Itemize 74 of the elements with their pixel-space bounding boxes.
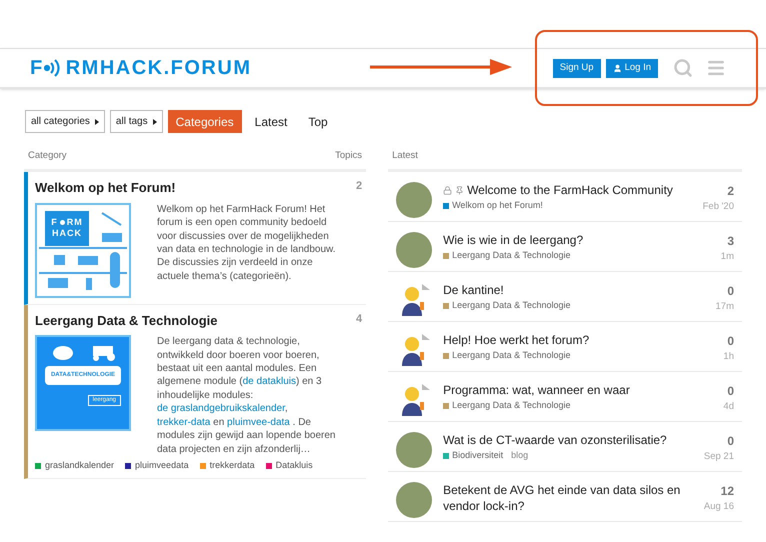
tag-link[interactable]: blog [511,449,528,463]
activity-time: Sep 21 [704,450,734,464]
description-link[interactable]: pluimvee-data [227,416,290,428]
activity-time: 4d [723,400,734,414]
category-title[interactable]: Leergang Data & Technologie [35,310,218,330]
caret-icon [94,118,99,124]
topic-row[interactable]: Betekent de AVG het einde van data silos en vendor lock-in? 12 Aug 16 [388,472,742,522]
nav-tab[interactable]: Categories [168,110,242,133]
nav-tab[interactable]: Latest [246,110,296,133]
category-link[interactable]: Biodiversiteit [452,449,504,463]
reply-count: 0 [727,333,734,350]
topic-count: 2 [356,179,362,194]
logo-text: RMHACK.FORUM [66,56,252,81]
logo-text: F [30,56,44,81]
topic-title[interactable]: Programma: wat, wanneer en waar [443,382,630,398]
subcategory-link[interactable]: trekkerdata [210,458,255,472]
illustration-text: RM [66,217,83,228]
description-link[interactable]: trekker-data [157,416,210,428]
illustration-text: F [51,217,58,228]
subcategory-link[interactable]: graslandkalender [45,458,114,472]
topic-count: 4 [356,312,362,327]
topic-row[interactable]: De kantine! Leergang Data & Technologie 0 17m [388,272,742,322]
avatar-placeholder [396,432,432,468]
reply-count: 2 [727,183,734,200]
description-link[interactable]: de graslandgebruikskalender [157,403,285,414]
menu-icon[interactable] [706,58,726,78]
activity-time: 17m [716,300,734,314]
reply-count: 0 [727,433,734,450]
category-link[interactable]: Leergang Data & Technologie [452,349,570,363]
search-icon[interactable] [673,58,693,78]
reply-count: 0 [727,283,734,300]
subcategory-link[interactable]: pluimveedata [135,458,189,472]
topic-row[interactable]: Programma: wat, wanneer en waar Leergang Data & Technologie 0 4d [388,372,742,422]
category-link[interactable]: Leergang Data & Technologie [452,299,570,313]
column-header: Topics [335,149,362,163]
subcategory-link[interactable]: Datakluis [276,458,313,472]
category-title[interactable]: Welkom op het Forum! [35,178,176,198]
category-description: Welkom op het FarmHack Forum! Het forum is een open community bedoeld voor discussies over de mogelijkheden van data en technologie in de landbouw. De discussies zijn verdeeld in onze actuele thema’s (categorieën). [157,202,336,284]
signal-icon [44,58,62,78]
signup-button[interactable]: Sign Up [552,58,601,78]
activity-time: Aug 16 [704,500,734,514]
activity-time: Feb '20 [702,200,734,214]
topic-title[interactable]: Betekent de AVG het einde van data silos en vendor lock-in? [443,482,693,514]
topic-row[interactable]: Wat is de CT-waarde van ozonsterilisatie? Biodiversiteit blog 0 Sep 21 [388,422,742,472]
topic-title[interactable]: Help! Hoe werkt het forum? [443,332,590,348]
illustration-text: HACK [52,228,82,240]
user-icon [612,64,622,72]
reply-count: 3 [727,233,734,250]
topic-title[interactable]: Welcome to the FarmHack Community [467,182,673,198]
topic-row[interactable]: Welcome to the FarmHack Community Welkom op het Forum! 2 Feb '20 [388,172,742,222]
reply-count: 0 [727,383,734,400]
avatar-placeholder [396,232,432,268]
column-header: Latest [392,149,418,163]
avatar-placeholder [396,482,432,518]
filter-dropdown[interactable]: all tags [110,110,163,133]
caret-icon [152,118,157,124]
topic-title[interactable]: De kantine! [443,282,504,298]
reply-count: 12 [720,483,734,500]
topic-row[interactable]: Help! Hoe werkt het forum? Leergang Data & Technologie 0 1h [388,322,742,372]
category-link[interactable]: Leergang Data & Technologie [452,249,570,263]
topic-title[interactable]: Wie is wie in de leergang? [443,232,584,248]
topic-title[interactable]: Wat is de CT-waarde van ozonsterilisatie? [443,432,667,448]
category-description: De leergang data & technologie, ontwikkeld door boeren voor boeren, bestaat uit een aantal modules. Een algemene module (de datakluis) en 3 inhoudelijke modules: de graslandgebruikskalender, trekker-data en pluimvee-data . De modules zijn gewijd aan lopende boeren data projecten en zijn afzonderlij… [157,335,336,456]
login-button[interactable]: Log In [606,58,658,78]
column-header: Category [28,149,67,163]
activity-time: 1h [723,350,734,364]
topic-row[interactable]: Wie is wie in de leergang? Leergang Data & Technologie 3 1m [388,222,742,272]
nav-tab[interactable]: Top [300,110,336,133]
category-link[interactable]: Welkom op het Forum! [452,199,543,213]
category-link[interactable]: Leergang Data & Technologie [452,399,570,413]
avatar-placeholder [396,182,432,218]
activity-time: 1m [720,250,734,264]
description-link[interactable]: de datakluis [242,376,296,388]
filter-dropdown[interactable]: all categories [25,110,105,133]
